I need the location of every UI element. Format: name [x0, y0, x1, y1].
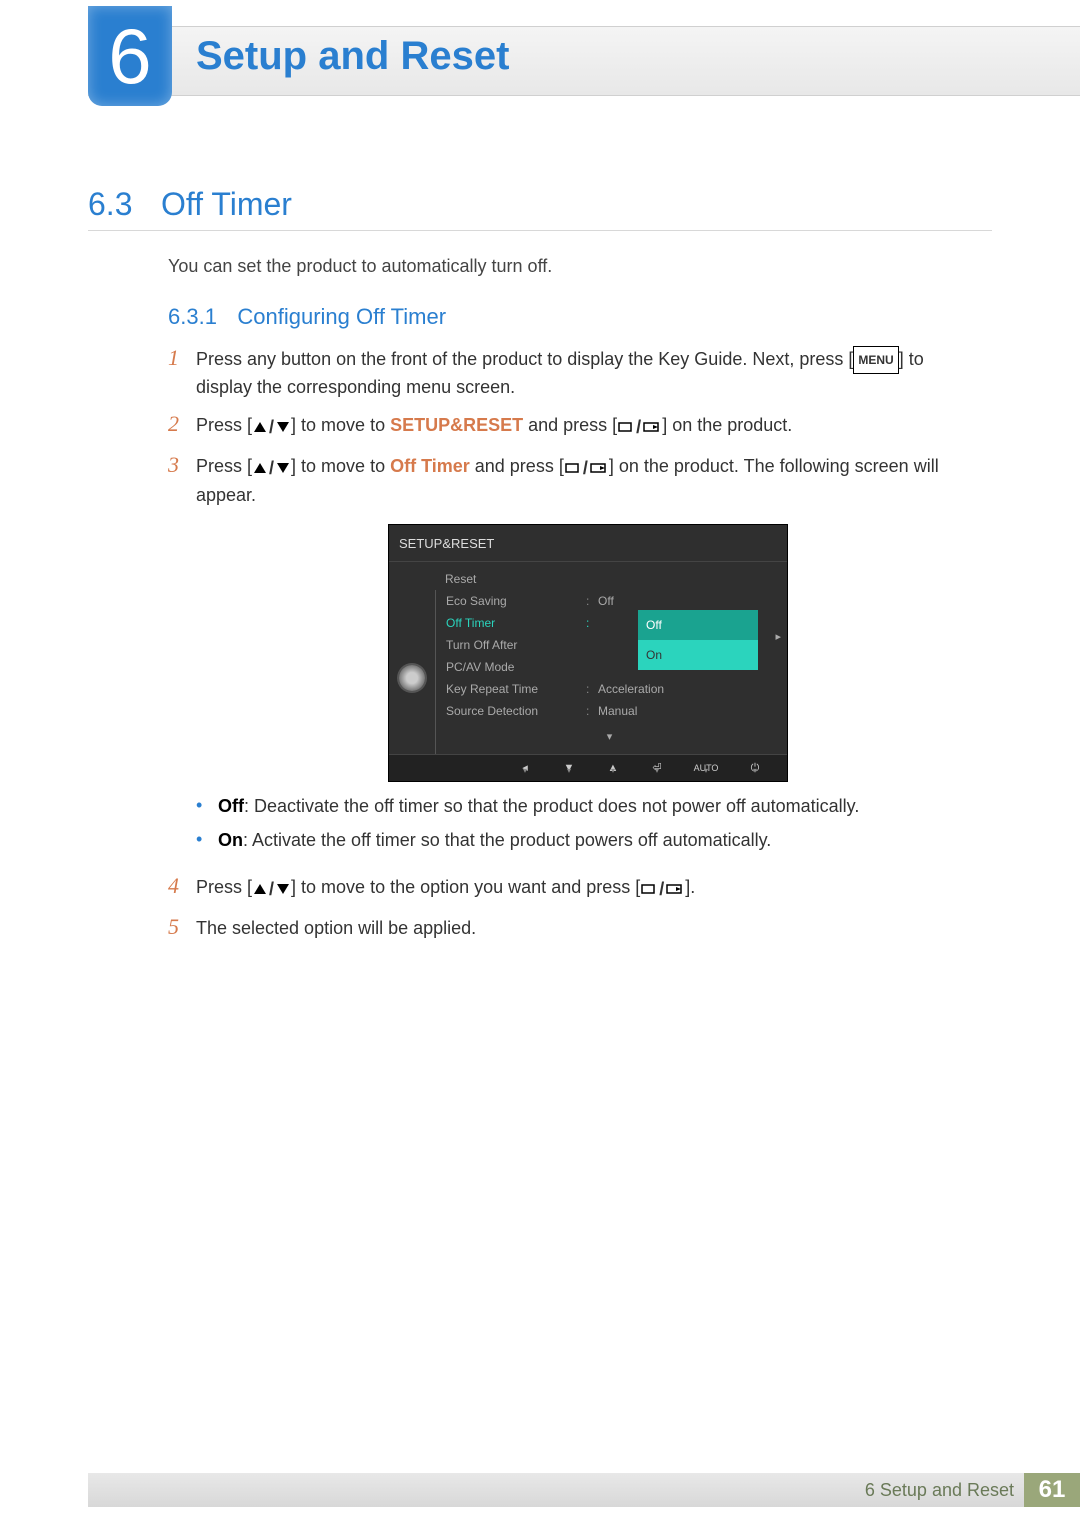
osd-enter-icon: ⏎ — [645, 761, 669, 775]
osd-screenshot: SETUP&RESET Reset Eco Saving:Off Off Tim… — [388, 524, 788, 782]
step-4: 4 Press [/] to move to the option you wa… — [168, 874, 980, 903]
bullet-text: Off: Deactivate the off timer so that th… — [218, 794, 980, 818]
step-text: and press [ — [470, 456, 564, 476]
osd-control-bar: ◂ ▼ ▲ ⏎ AUTO ⏻ — [389, 754, 787, 781]
step-body: Press [/] to move to the option you want… — [196, 874, 980, 903]
osd-row-reset: Reset — [435, 568, 783, 590]
section-number: 6.3 — [88, 186, 132, 222]
step-number: 1 — [168, 346, 196, 400]
step-body: Press any button on the front of the pro… — [196, 346, 980, 400]
step-text: Press [ — [196, 456, 252, 476]
osd-row-eco: Eco Saving:Off — [435, 590, 783, 612]
gear-icon — [399, 665, 425, 691]
osd-caret-right-icon: ▸ — [775, 624, 781, 650]
step-number: 3 — [168, 453, 196, 862]
step-2: 2 Press [/] to move to SETUP&RESET and p… — [168, 412, 980, 441]
chapter-tab: 6 — [88, 6, 172, 106]
chapter-title: Setup and Reset — [196, 34, 509, 79]
step-number: 5 — [168, 915, 196, 941]
footer-text: 6 Setup and Reset — [865, 1480, 1014, 1501]
up-down-icon: / — [252, 454, 291, 482]
step-body: The selected option will be applied. — [196, 915, 980, 941]
step-text: ]. — [685, 877, 695, 897]
option-bullets: • Off: Deactivate the off timer so that … — [196, 794, 980, 852]
osd-title: SETUP&RESET — [389, 525, 787, 562]
step-1: 1 Press any button on the front of the p… — [168, 346, 980, 400]
osd-up-icon: ▲ — [601, 761, 625, 775]
bullet-dot-icon: • — [196, 794, 218, 818]
step-5: 5 The selected option will be applied. — [168, 915, 980, 941]
osd-row-key-repeat: Key Repeat Time:Acceleration — [435, 678, 783, 700]
bullet-dot-icon: • — [196, 828, 218, 852]
bullet-off: • Off: Deactivate the off timer so that … — [196, 794, 980, 818]
source-enter-icon: / — [564, 454, 609, 482]
step-body: Press [/] to move to SETUP&RESET and pre… — [196, 412, 980, 441]
footer-bar: 6 Setup and Reset 61 — [88, 1473, 1080, 1507]
section-title: Off Timer — [161, 186, 292, 222]
subsection-number: 6.3.1 — [168, 304, 217, 329]
osd-menu-list: Reset Eco Saving:Off Off Timer: Turn Off… — [435, 562, 787, 754]
osd-power-icon: ⏻ — [743, 761, 767, 775]
up-down-icon: / — [252, 875, 291, 903]
bullet-text: On: Activate the off timer so that the p… — [218, 828, 980, 852]
step-text: Press any button on the front of the pro… — [196, 349, 853, 369]
osd-option-on: On — [638, 640, 758, 670]
chapter-number: 6 — [108, 11, 151, 102]
osd-caret-down-icon: ▾ — [435, 722, 783, 754]
step-text: ] to move to — [291, 415, 390, 435]
up-down-icon: / — [252, 413, 291, 441]
step-text: ] on the product. — [662, 415, 792, 435]
subsection-title: Configuring Off Timer — [237, 304, 446, 329]
subsection-heading: 6.3.1 Configuring Off Timer — [168, 304, 446, 330]
step-text: ] to move to the option you want and pre… — [291, 877, 640, 897]
osd-dropdown: Off On — [638, 610, 758, 670]
osd-back-icon: ◂ — [513, 761, 537, 775]
step-number: 4 — [168, 874, 196, 903]
step-text: Press [ — [196, 877, 252, 897]
menu-button-icon: MENU — [853, 346, 898, 374]
page-number: 61 — [1024, 1473, 1080, 1507]
osd-icon-column — [389, 562, 435, 754]
bullet-on: • On: Activate the off timer so that the… — [196, 828, 980, 852]
step-text: ] to move to — [291, 456, 390, 476]
step-3: 3 Press [/] to move to Off Timer and pre… — [168, 453, 980, 862]
section-heading: 6.3 Off Timer — [88, 186, 992, 223]
osd-down-icon: ▼ — [557, 761, 581, 775]
step-number: 2 — [168, 412, 196, 441]
osd-option-off: Off — [638, 610, 758, 640]
steps-list: 1 Press any button on the front of the p… — [168, 346, 980, 953]
section-underline — [88, 230, 992, 231]
osd-row-source-detect: Source Detection:Manual — [435, 700, 783, 722]
intro-text: You can set the product to automatically… — [168, 256, 552, 277]
step-text: Press [ — [196, 415, 252, 435]
source-enter-icon: / — [617, 413, 662, 441]
keyword-setup-reset: SETUP&RESET — [390, 415, 523, 435]
step-text: and press [ — [523, 415, 617, 435]
source-enter-icon: / — [640, 875, 685, 903]
step-body: Press [/] to move to Off Timer and press… — [196, 453, 980, 862]
keyword-off-timer: Off Timer — [390, 456, 470, 476]
osd-auto-icon: AUTO — [689, 761, 723, 775]
